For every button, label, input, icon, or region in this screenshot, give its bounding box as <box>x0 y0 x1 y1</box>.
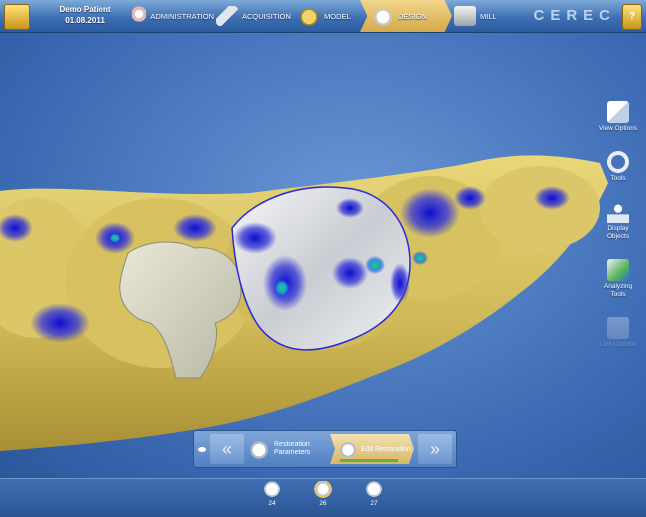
view-cube-icon <box>607 101 629 123</box>
analyzing-tools-icon <box>607 259 629 281</box>
model-tooth-icon <box>298 6 320 26</box>
collapse-panel-toggle[interactable] <box>196 434 208 464</box>
next-step-button[interactable]: » <box>418 434 452 464</box>
help-icon[interactable]: ? <box>622 4 642 30</box>
tooth-24[interactable]: 24 <box>258 481 286 507</box>
design-workflow-panel: « Restoration Parameters Edit Restoratio… <box>193 430 457 468</box>
view-options-tool[interactable]: View Options <box>596 101 640 133</box>
step-administration[interactable]: ADMINISTRATION <box>132 0 214 32</box>
previous-step-button[interactable]: « <box>210 434 244 464</box>
step-design[interactable]: DESIGN <box>360 0 452 32</box>
link-options-icon <box>607 317 629 339</box>
3d-viewport[interactable]: View Options Tools Display Objects Analy… <box>0 33 646 478</box>
side-tools-panel: View Options Tools Display Objects Analy… <box>596 101 640 367</box>
restoration-parameters-icon <box>248 439 270 459</box>
tooth-27[interactable]: 27 <box>360 481 388 507</box>
dental-model-render[interactable] <box>0 33 646 478</box>
design-tooth-icon <box>372 6 394 26</box>
tooth-icon <box>364 481 384 499</box>
tooth-selector-bar: 24 26 27 <box>0 478 646 517</box>
tools-ring-icon <box>607 151 629 173</box>
mill-machine-icon <box>454 6 476 26</box>
camera-icon <box>216 6 238 26</box>
tooth-icon <box>262 481 282 499</box>
display-objects-icon <box>607 201 629 223</box>
step-model[interactable]: MODEL <box>298 0 358 32</box>
edit-restoration-icon <box>338 440 358 458</box>
brand-logo: CEREC <box>533 7 616 24</box>
tools-tool[interactable]: Tools <box>596 151 640 183</box>
step-progress-bar <box>340 459 398 462</box>
step-mill[interactable]: MILL <box>454 0 514 32</box>
link-options-tool[interactable]: Link Options <box>596 317 640 349</box>
restoration-parameters-step[interactable]: Restoration Parameters <box>248 434 328 464</box>
patient-info[interactable]: Demo Patient 01.08.2011 <box>40 4 130 26</box>
top-toolbar: Demo Patient 01.08.2011 ADMINISTRATION A… <box>0 0 646 33</box>
analyzing-tools-tool[interactable]: Analyzing Tools <box>596 259 640 299</box>
tooth-icon <box>313 481 333 499</box>
patient-folder-icon[interactable] <box>4 4 30 30</box>
patient-date: 01.08.2011 <box>65 16 105 25</box>
jaw-icon <box>132 6 147 26</box>
display-objects-tool[interactable]: Display Objects <box>596 201 640 241</box>
eye-icon <box>198 446 206 452</box>
edit-restoration-step[interactable]: Edit Restoration <box>330 434 414 464</box>
patient-name: Demo Patient <box>59 5 111 14</box>
step-acquisition[interactable]: ACQUISITION <box>216 0 294 32</box>
tooth-26[interactable]: 26 <box>309 481 337 507</box>
